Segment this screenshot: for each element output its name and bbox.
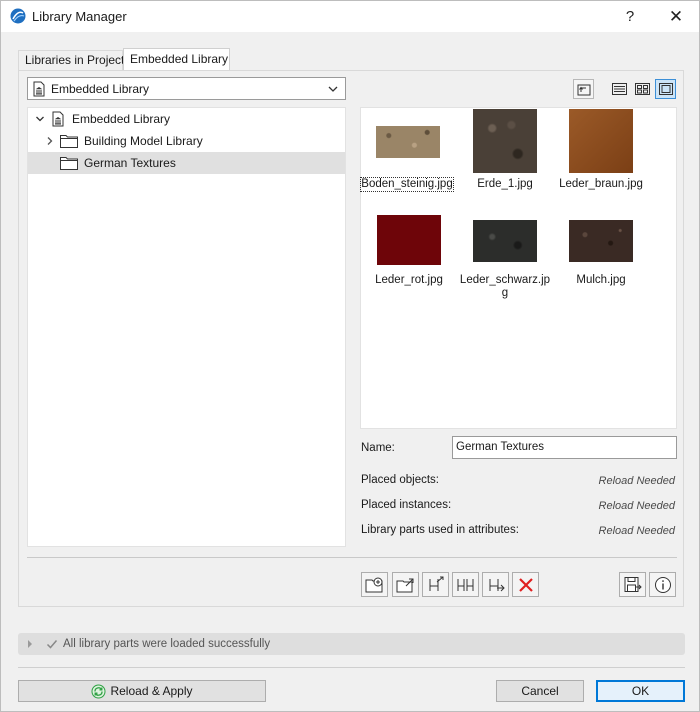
texture-thumbnail — [569, 220, 633, 262]
title-bar: Library Manager ? ✕ — [1, 1, 699, 32]
chevron-right-icon[interactable] — [44, 135, 56, 147]
chairs-icon — [457, 578, 473, 591]
placed-instances-label: Placed instances: — [361, 499, 452, 511]
chair-import-icon — [429, 576, 443, 591]
go-up-folder-button[interactable] — [573, 79, 594, 99]
library-dropdown[interactable]: Embedded Library — [27, 77, 346, 100]
thumbnail-grid: Boden_steinig.jpg Erde_1.jpg Leder_braun… — [360, 107, 677, 429]
status-message: All library parts were loaded successful… — [63, 638, 271, 650]
save-button[interactable] — [619, 572, 646, 597]
reload-apply-button[interactable]: Reload & Apply — [18, 680, 266, 702]
large-icons-view-button[interactable] — [655, 79, 676, 99]
placed-instances-value: Reload Needed — [598, 500, 675, 512]
name-label: Name: — [361, 442, 395, 454]
texture-thumbnail — [377, 215, 441, 265]
chevron-down-icon[interactable] — [34, 113, 46, 125]
placed-objects-value: Reload Needed — [598, 475, 675, 487]
import-object-button[interactable] — [422, 572, 449, 597]
folder-add-icon — [365, 577, 382, 592]
tab-embedded-library[interactable]: Embedded Library — [123, 48, 230, 71]
folder-icon — [60, 157, 78, 170]
large-icon-view-icon — [658, 83, 673, 95]
tree-item-label: German Textures — [84, 156, 176, 170]
object-library-button[interactable] — [452, 572, 479, 597]
thumbnail-caption: Erde_1.jpg — [477, 178, 533, 190]
thumbnail-caption: Boden_steinig.jpg — [360, 177, 454, 192]
thumbnail-caption: Leder_schwarz.jpg — [459, 274, 551, 299]
checkmark-icon — [46, 640, 58, 649]
texture-thumbnail — [569, 109, 633, 173]
footer-divider — [18, 667, 685, 668]
chair-export-icon — [489, 578, 505, 591]
texture-thumbnail — [473, 109, 537, 173]
thumbnail-caption: Leder_rot.jpg — [375, 274, 443, 286]
properties-panel: Name: German Textures Placed objects: Re… — [357, 433, 679, 547]
expand-arrow-icon[interactable] — [26, 639, 34, 649]
save-icon — [624, 576, 642, 592]
grid-view-icon — [635, 83, 650, 95]
divider — [27, 557, 677, 558]
thumbnail-caption: Leder_braun.jpg — [559, 178, 643, 190]
chevron-down-icon — [328, 86, 338, 92]
cancel-button[interactable]: Cancel — [496, 680, 584, 702]
import-folder-button[interactable] — [392, 572, 419, 597]
library-manager-window: Library Manager ? ✕ Libraries in Project… — [0, 0, 700, 712]
parts-in-attributes-value: Reload Needed — [598, 525, 675, 537]
export-object-button[interactable] — [482, 572, 509, 597]
folder-icon — [60, 135, 78, 148]
folder-import-icon — [396, 578, 413, 592]
embedded-library-panel: Embedded Library Embedded Library Buildi… — [18, 70, 684, 607]
help-button[interactable]: ? — [607, 1, 653, 32]
tree-item-label: Embedded Library — [72, 112, 171, 126]
reload-apply-label: Reload & Apply — [110, 684, 193, 698]
name-field[interactable]: German Textures — [452, 436, 677, 459]
window-title: Library Manager — [32, 9, 127, 24]
tree-item-label: Building Model Library — [84, 134, 203, 148]
tab-libraries-in-project[interactable]: Libraries in Project — [18, 50, 124, 70]
thumbnail-caption: Mulch.jpg — [576, 274, 626, 286]
tree-item-building-model-library[interactable]: Building Model Library — [28, 130, 345, 152]
placed-objects-label: Placed objects: — [361, 474, 439, 486]
load-status-bar[interactable]: All library parts were loaded successful… — [18, 633, 685, 655]
delete-x-icon — [518, 577, 533, 592]
tree-item-embedded-library[interactable]: Embedded Library — [28, 108, 345, 130]
texture-thumbnail — [376, 126, 440, 158]
library-file-icon — [33, 81, 45, 96]
tree-item-german-textures[interactable]: German Textures — [28, 152, 345, 174]
ok-button[interactable]: OK — [596, 680, 685, 702]
info-button[interactable] — [649, 572, 676, 597]
library-building-icon — [52, 111, 64, 127]
archicad-logo-icon — [10, 8, 26, 24]
list-view-button[interactable] — [609, 79, 630, 99]
delete-button[interactable] — [512, 572, 539, 597]
close-button[interactable]: ✕ — [653, 1, 699, 32]
small-icons-view-button[interactable] — [632, 79, 653, 99]
library-dropdown-value: Embedded Library — [51, 81, 150, 96]
info-icon — [654, 576, 671, 593]
folder-tree: Embedded Library Building Model Library — [27, 107, 346, 547]
folder-up-icon — [577, 84, 590, 95]
parts-in-attributes-label: Library parts used in attributes: — [361, 524, 519, 536]
reload-icon — [91, 684, 106, 698]
texture-thumbnail — [473, 220, 537, 262]
list-view-icon — [612, 83, 627, 95]
add-file-button[interactable] — [361, 572, 388, 597]
